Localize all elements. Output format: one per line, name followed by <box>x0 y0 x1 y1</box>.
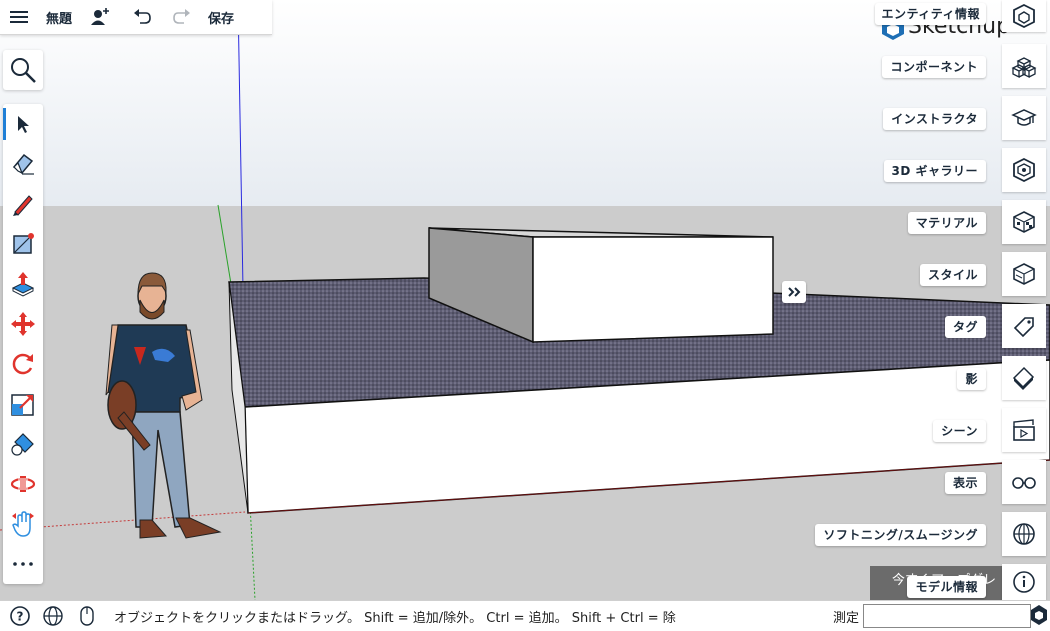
styles-panel-button[interactable] <box>1002 252 1046 296</box>
soften-panel-button[interactable] <box>1002 512 1046 556</box>
3d-warehouse-panel-label[interactable]: 3D ギャラリー <box>883 160 986 182</box>
3d-warehouse-icon <box>1013 157 1035 183</box>
instructor-panel-button[interactable] <box>1002 96 1046 140</box>
more-icon <box>13 562 33 566</box>
tag-panel-button[interactable] <box>1002 304 1046 348</box>
model-scene[interactable] <box>0 0 1050 600</box>
help-button[interactable]: ? <box>4 605 36 627</box>
materials-icon <box>1013 211 1035 233</box>
measure-input[interactable] <box>863 604 1031 628</box>
styles-panel-label[interactable]: スタイル <box>919 264 986 286</box>
entity-info-label[interactable]: エンティティ情報 <box>875 3 986 25</box>
3d-warehouse-panel-button[interactable] <box>1002 148 1046 192</box>
shadows-panel-button[interactable] <box>1002 356 1046 400</box>
rotate-tool[interactable] <box>3 344 43 384</box>
info-icon <box>1013 571 1035 593</box>
top-toolbar: 無題 保存 <box>0 0 272 35</box>
scenes-icon <box>1013 419 1035 441</box>
instructor-icon <box>1011 109 1037 126</box>
entity-info-icon <box>1013 3 1035 29</box>
undo-icon <box>134 9 151 24</box>
push-pull-icon <box>11 272 35 297</box>
search-tool[interactable] <box>3 50 43 90</box>
scale-tool[interactable] <box>3 384 43 424</box>
mouse-icon <box>80 606 94 626</box>
redo-button[interactable] <box>164 0 200 34</box>
add-user-icon <box>91 8 110 25</box>
undo-button[interactable] <box>120 0 164 34</box>
mouse-button[interactable] <box>70 605 104 627</box>
eraser-tool[interactable] <box>3 144 43 184</box>
orbit-icon <box>10 476 36 492</box>
rectangle-icon <box>13 233 34 254</box>
shadows-panel-label[interactable]: 影 <box>957 368 986 390</box>
globe-icon <box>43 606 63 626</box>
components-panel-button[interactable] <box>1002 44 1046 88</box>
more-tool[interactable] <box>3 544 43 584</box>
paint-bucket-icon <box>11 433 34 456</box>
scale-icon <box>11 394 34 416</box>
orbit-tool[interactable] <box>3 464 43 504</box>
display-icon <box>1012 477 1036 489</box>
3d-viewport[interactable]: Sketchup 今すぐアップグレ <box>0 0 1050 600</box>
display-panel-button[interactable] <box>1002 460 1046 504</box>
entity-info-button[interactable] <box>1002 0 1046 32</box>
move-icon <box>11 312 35 336</box>
info-panel-button[interactable] <box>1002 564 1046 600</box>
shadows-icon <box>1012 366 1035 390</box>
arrow-icon <box>18 116 29 133</box>
redo-icon <box>173 9 191 24</box>
magnifier-icon <box>11 58 36 83</box>
tag-icon <box>1013 317 1034 338</box>
green-axis <box>217 204 233 291</box>
document-title[interactable]: 無題 <box>38 0 80 34</box>
push-pull-tool[interactable] <box>3 264 43 304</box>
pencil-icon <box>13 195 33 216</box>
materials-panel-button[interactable] <box>1002 200 1046 244</box>
rectangle-tool[interactable] <box>3 224 43 264</box>
svg-text:?: ? <box>17 610 24 624</box>
styles-icon <box>1013 263 1035 285</box>
save-button[interactable]: 保存 <box>200 0 242 34</box>
double-chevron-right-icon <box>788 287 801 297</box>
rotate-icon <box>12 353 33 375</box>
eraser-icon <box>12 153 34 175</box>
box-front-face[interactable] <box>532 236 774 343</box>
components-panel-label[interactable]: コンポーネント <box>882 56 986 78</box>
info-panel-label[interactable]: モデル情報 <box>907 576 986 598</box>
warehouse-button[interactable] <box>1030 604 1048 626</box>
menu-icon <box>10 11 28 23</box>
hand-icon <box>12 511 34 537</box>
tag-panel-label[interactable]: タグ <box>944 316 986 338</box>
components-icon <box>1011 57 1037 79</box>
select-tool[interactable] <box>3 104 43 144</box>
search-toolbar <box>3 50 43 90</box>
instructor-panel-label[interactable]: インストラクタ <box>883 108 986 130</box>
pan-tool[interactable] <box>3 504 43 544</box>
scale-figure[interactable] <box>105 272 222 539</box>
soften-icon <box>1013 523 1035 545</box>
add-user-button[interactable] <box>80 0 120 34</box>
help-icon: ? <box>10 606 30 626</box>
scenes-panel-button[interactable] <box>1002 408 1046 452</box>
soften-panel-label[interactable]: ソフトニング/スムージング <box>815 524 986 546</box>
pencil-tool[interactable] <box>3 184 43 224</box>
status-hint: オブジェクトをクリックまたはドラッグ。 Shift = 追加/除外。 Ctrl … <box>114 610 676 626</box>
expand-panel-button[interactable] <box>782 281 806 303</box>
display-panel-label[interactable]: 表示 <box>944 472 986 494</box>
left-toolbar <box>3 104 43 584</box>
scenes-panel-label[interactable]: シーン <box>933 420 986 442</box>
language-button[interactable] <box>36 605 70 627</box>
sketchup-small-icon <box>1031 605 1047 625</box>
menu-button[interactable] <box>0 0 38 34</box>
measure-label: 測定 <box>833 611 860 626</box>
move-tool[interactable] <box>3 304 43 344</box>
materials-panel-label[interactable]: マテリアル <box>907 212 986 234</box>
paint-tool[interactable] <box>3 424 43 464</box>
